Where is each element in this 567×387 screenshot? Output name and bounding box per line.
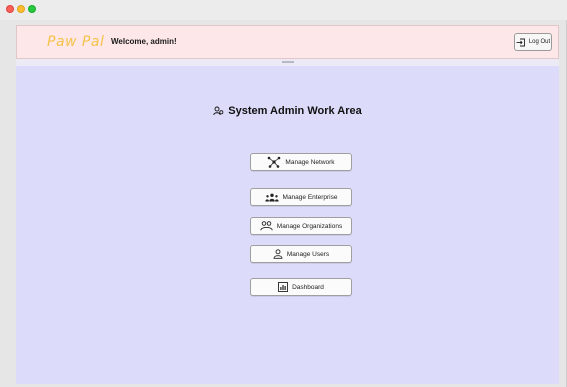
- logout-icon: [516, 38, 526, 47]
- zoom-window-button[interactable]: [28, 5, 36, 13]
- manage-network-label: Manage Network: [285, 158, 335, 166]
- close-window-button[interactable]: [6, 5, 14, 13]
- minimize-window-button[interactable]: [17, 5, 25, 13]
- divider-grip-icon: [281, 61, 294, 63]
- split-pane-divider[interactable]: [16, 59, 559, 66]
- manage-enterprise-button[interactable]: Manage Enterprise: [250, 188, 352, 206]
- work-area: System Admin Work Area Manage Network Ma…: [16, 66, 559, 384]
- dashboard-button[interactable]: Dashboard: [250, 278, 352, 296]
- title-bar: [0, 0, 567, 20]
- chart-icon: [278, 282, 289, 292]
- welcome-text: Welcome, admin!: [111, 37, 177, 46]
- logout-button[interactable]: Log Out: [514, 33, 552, 51]
- dashboard-label: Dashboard: [292, 283, 324, 291]
- header-bar: Paw Pal Welcome, admin! Log Out: [16, 25, 559, 59]
- organizations-icon: [260, 221, 273, 231]
- admin-users-icon: [213, 106, 224, 116]
- user-icon: [273, 249, 283, 259]
- manage-organizations-label: Manage Organizations: [276, 222, 343, 230]
- manage-network-button[interactable]: Manage Network: [250, 153, 352, 171]
- page-title-text: System Admin Work Area: [228, 105, 362, 117]
- manage-users-button[interactable]: Manage Users: [250, 245, 352, 263]
- group-icon: [264, 193, 279, 202]
- logout-label: Log Out: [528, 39, 551, 45]
- manage-organizations-button[interactable]: Manage Organizations: [250, 217, 352, 235]
- manage-enterprise-label: Manage Enterprise: [282, 193, 338, 201]
- app-window: Paw Pal Welcome, admin! Log Out System A…: [0, 0, 567, 387]
- manage-users-label: Manage Users: [286, 250, 330, 258]
- app-logo: Paw Pal: [47, 34, 105, 50]
- page-title: System Admin Work Area: [16, 105, 559, 117]
- network-icon: [267, 156, 281, 168]
